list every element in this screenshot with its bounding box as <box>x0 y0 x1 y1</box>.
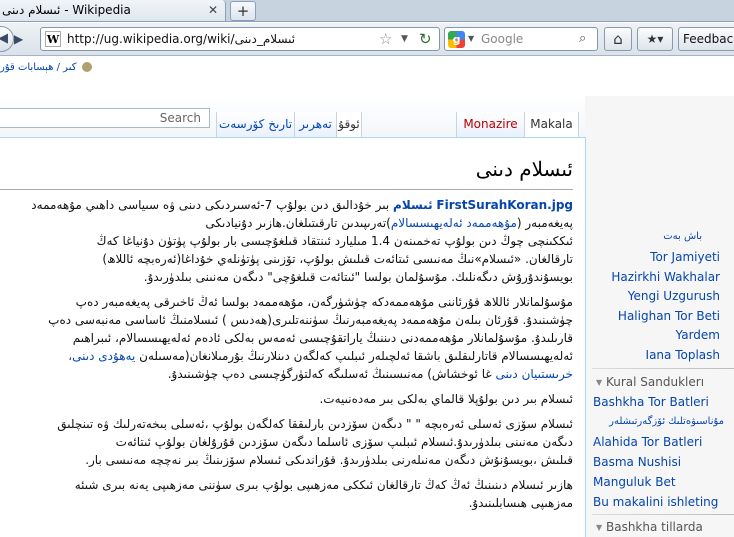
tab-strip: ئىسلام دىنى - Wikipedia ✕ + <box>0 0 734 22</box>
wiki-search-input[interactable]: Search <box>0 108 210 128</box>
reload-icon[interactable]: ↻ <box>419 29 432 49</box>
page-title: ئىسلام دىنى <box>475 157 573 181</box>
sidebar-item-manguluk-bet[interactable]: Manguluk Bet <box>585 472 734 492</box>
languages-section-header[interactable]: ▼ Bashkha tillarda <box>592 519 732 536</box>
paragraph-line: FirstSurahKoran.jpg ئىسلام بىر خۇدالىق د… <box>0 196 573 214</box>
bookmark-star-icon[interactable]: ☆ <box>379 30 392 48</box>
paragraph-line: پەيغەمبەر (مۇھەممەد ئەلەيھىسسالام)تەرىپى… <box>0 214 573 232</box>
sidebar-item-yardem[interactable]: Yardem <box>585 326 734 346</box>
sidebar-item-hazirkhi-wakhalar[interactable]: Hazirkhi Wakhalar <box>585 268 734 288</box>
paragraph-line: قىلىش ،بويسۇنۇش دىگەن مەنىلەرنى بىلدۈرىد… <box>85 453 573 467</box>
tab-article[interactable]: Makala <box>524 112 579 138</box>
web-search-placeholder[interactable]: Google <box>481 31 523 47</box>
address-bar[interactable]: W http://ug.wikipedia.org/wiki/ئىسلام_دى… <box>40 27 440 51</box>
sidebar-item-bu-makalini-ishleting[interactable]: Bu makalini ishleting <box>585 492 734 512</box>
text-run: غا ئوخشاش) مەنىسىنىڭ ئەسلىگە كەلتۈرگۈچىس… <box>167 367 492 381</box>
paragraph-line: ئىسلام سۆزى ئەسلى ئەرەبچە " " دىگەن سۆزد… <box>57 417 573 431</box>
personal-links[interactable]: كىر / ھېسابات قۇر <box>0 61 92 75</box>
home-button[interactable]: ⌂ <box>604 27 632 51</box>
new-tab-button[interactable]: + <box>230 1 256 21</box>
paragraph-line: ئەلەيھىسسالام قاتارلىقلىق باشقا ئەلچىلەر… <box>0 347 573 365</box>
feedback-button[interactable]: Feedback <box>678 27 734 51</box>
text-run: پەيغەمبەر ( <box>516 216 573 230</box>
close-icon[interactable]: ✕ <box>206 3 220 17</box>
section-divider <box>592 368 734 369</box>
paragraph-line: مۇسۇلمانلار ئاللاھ قۇرئاننى مۇھەممەدكە چ… <box>75 295 573 309</box>
paragraph-line: قارىلىدۇ. مۇسۇلمانلار مۇھەممەدنى دىننىڭ … <box>72 331 573 345</box>
sidebar-item-bashkha-tor-batleri[interactable]: Bashkha Tor Batleri <box>585 392 734 412</box>
tools-header-label: Kural Sanduklerı <box>605 375 705 389</box>
sidebar-item-halighan-tor-beti[interactable]: Halighan Tor Beti <box>585 307 734 327</box>
languages-header-label: Bashkha tillarda <box>605 520 703 534</box>
collapse-arrow-icon: ▼ <box>596 522 603 532</box>
back-button[interactable]: ◀ <box>0 26 14 52</box>
paragraph-line: ئىسلام بىر دىن بولۇپلا قالماي بەلكى بىر … <box>319 392 573 406</box>
tools-section-header[interactable]: ▼ Kural Sanduklerı <box>592 374 732 391</box>
main-page-link[interactable]: باش بەت <box>585 230 734 244</box>
paragraph-line: دىگەن مەنىنى بىلدۈرىدۇ.ئىسلام ئىبلىپ سۆز… <box>115 435 573 449</box>
title-divider <box>0 189 573 190</box>
text-run: ئەلەيھىسسالام قاتارلىقلىق باشقا ئەلچىلەر… <box>139 349 573 363</box>
sidebar-item-yengi-uzgurush[interactable]: Yengi Uzgurush <box>585 287 734 307</box>
sidebar-item-related-changes[interactable]: مۇناسىۋەتلىك ئۆزگەرتىشلەر <box>585 412 734 432</box>
article-content: ئىسلام دىنى FirstSurahKoran.jpg ئىسلام ب… <box>0 137 586 537</box>
tab-edit[interactable]: تەھرىر <box>294 112 336 138</box>
christianity-link[interactable]: خرىستىيان دىنى <box>495 367 573 381</box>
sidebar-item-tor-jamiyeti[interactable]: Tor Jamiyeti <box>585 248 734 268</box>
paragraph-line: خرىستىيان دىنى غا ئوخشاش) مەنىسىنىڭ ئەسل… <box>0 365 573 383</box>
paragraph-line: تارقالغان. «ئىسلام»نىڭ مەنىسى ئىتائەت قى… <box>102 252 573 266</box>
sidebar-item-basma-nushisi[interactable]: Basma Nushisi <box>585 452 734 472</box>
user-icon <box>81 62 92 72</box>
sidebar-item-alahida-tor-batleri[interactable]: Alahida Tor Batleri <box>585 432 734 452</box>
history-dropdown-icon[interactable]: ▼ <box>401 31 408 47</box>
url-text[interactable]: http://ug.wikipedia.org/wiki/ئىسلام_دىنى <box>67 31 295 47</box>
web-search-box[interactable]: g ▼ Google ⌕ <box>444 27 598 51</box>
engine-dropdown-icon[interactable]: ▼ <box>468 31 474 47</box>
paragraph-line: بويسۇندۇرۇش دىگەنلىك. مۇسۇلمان بولسا "ئى… <box>143 270 573 284</box>
paragraph-line: چۈشىنىدۇ. قۇرئان بىلەن مۇھەممەد پەيغەمبە… <box>48 313 573 327</box>
sidebar-item-iana-toplash[interactable]: Iana Toplash <box>585 346 734 366</box>
google-icon[interactable]: g <box>448 31 465 48</box>
tab-title: ئىسلام دىنى - Wikipedia <box>2 3 131 17</box>
text-run: )تەرىپىدىن تارقىتىلغان.ھازىر دۇنيادىكى <box>205 216 391 230</box>
wiki-search-placeholder: Search <box>159 111 201 125</box>
login-link[interactable]: كىر / ھېسابات قۇر <box>0 62 76 73</box>
prophet-link[interactable]: مۇھەممەد ئەلەيھىسسالام <box>391 216 517 230</box>
section-divider <box>592 514 734 515</box>
paragraph-line: ھازىر ئىسلام دىنىنىڭ ئەڭ كەڭ تارقالغان ئ… <box>74 478 573 492</box>
forward-button[interactable]: ▶ <box>14 31 32 47</box>
bookmarks-button[interactable]: ★▾ <box>637 27 673 51</box>
paragraph-line: مەزھىپى ھىسابلىنىدۇ. <box>468 496 573 510</box>
image-link[interactable]: FirstSurahKoran.jpg <box>436 198 573 212</box>
navigation-portal: باش بەت Tor Jamiyeti Hazirkhi Wakhalar Y… <box>585 230 734 365</box>
search-icon[interactable]: ⌕ <box>579 30 586 48</box>
text-run: بىر خۇدالىق دىن بولۇپ 7-ئەسىردىكى دىنى ۋ… <box>31 198 390 212</box>
site-favicon-icon: W <box>45 31 61 47</box>
tools-list: Bashkha Tor Batleri مۇناسىۋەتلىك ئۆزگەرت… <box>585 392 734 512</box>
paragraph-line: ئىككىنچى چوڭ دىن بولۇپ تەخمىنەن 1.4 مىلي… <box>96 234 573 248</box>
collapse-arrow-icon: ▼ <box>596 377 603 387</box>
navigation-toolbar: ◀ ▶ W http://ug.wikipedia.org/wiki/ئىسلا… <box>0 23 734 56</box>
tab-discussion[interactable]: Monazire <box>456 112 524 138</box>
bold-term-link[interactable]: ئىسلام <box>393 198 433 212</box>
browser-tab[interactable]: ئىسلام دىنى - Wikipedia ✕ <box>0 0 226 22</box>
judaism-link[interactable]: يەھۇدى دىنى، <box>68 349 135 363</box>
tab-read[interactable]: ئوقۇ <box>336 112 362 138</box>
tab-history[interactable]: تارىخ كۆرسەت <box>216 112 294 138</box>
